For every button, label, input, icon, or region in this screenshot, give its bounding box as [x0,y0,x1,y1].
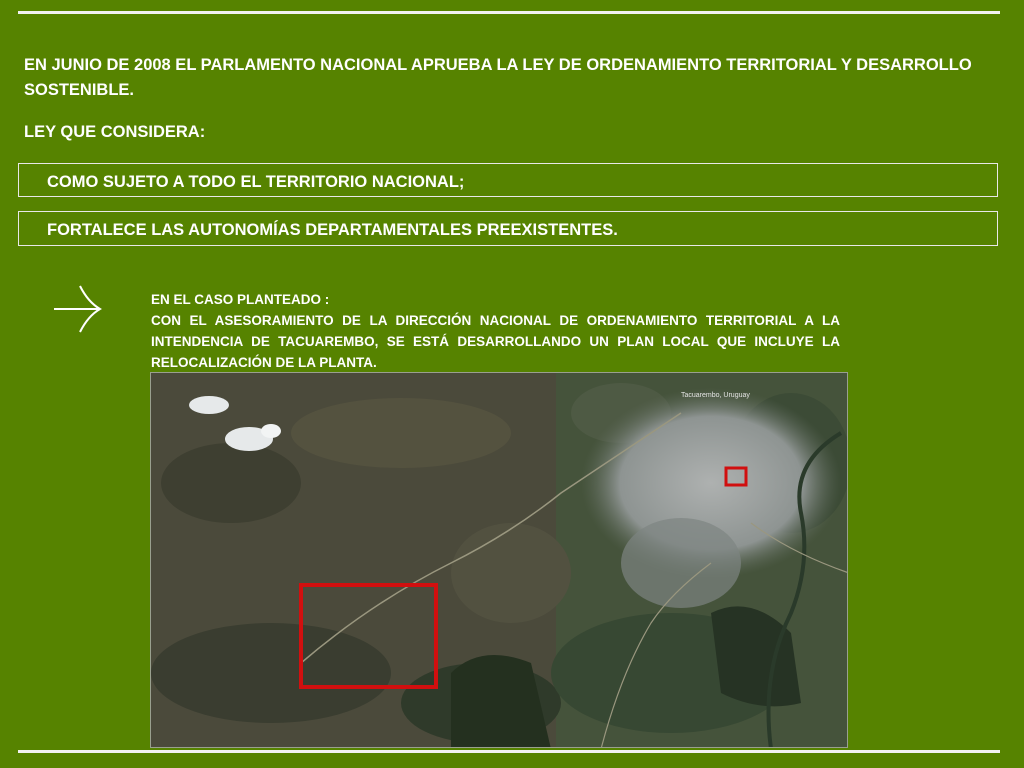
case-description: EN EL CASO PLANTEADO : CON EL ASESORAMIE… [151,289,840,373]
satellite-map: Tacuarembo, Uruguay [150,372,848,748]
top-divider [18,11,1000,14]
map-cloud [189,396,229,414]
right-arrow-icon [54,285,102,333]
consideration-box-2: FORTALECE LAS AUTONOMÍAS DEPARTAMENTALES… [18,211,998,246]
bottom-divider [18,750,1000,753]
consideration-box-1: COMO SUJETO A TODO EL TERRITORIO NACIONA… [18,163,998,197]
case-body: CON EL ASESORAMIENTO DE LA DIRECCIÓN NAC… [151,313,840,370]
map-city-label: Tacuarembo, Uruguay [681,392,750,399]
intro-text: EN JUNIO DE 2008 EL PARLAMENTO NACIONAL … [24,56,972,99]
law-heading: LEY QUE CONSIDERA: [24,123,206,141]
case-heading: EN EL CASO PLANTEADO : [151,292,330,307]
